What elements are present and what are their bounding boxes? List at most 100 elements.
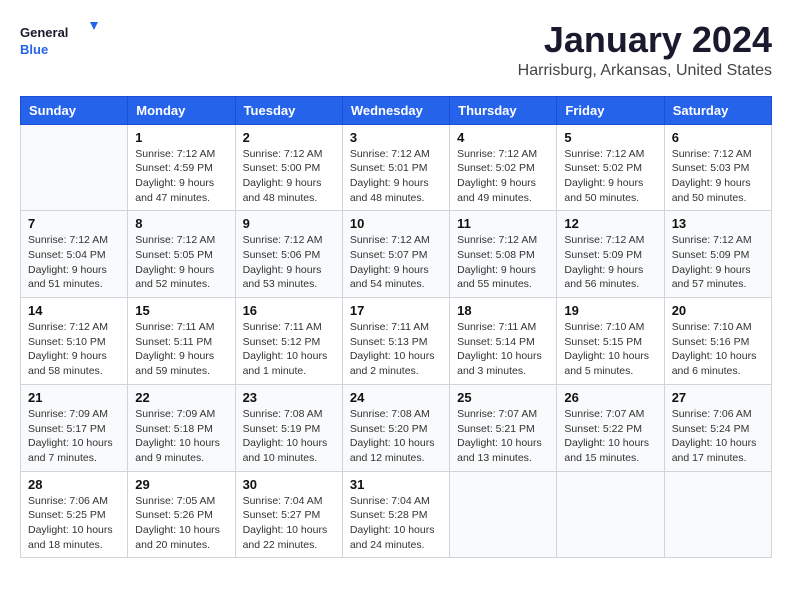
table-row: 6 Sunrise: 7:12 AMSunset: 5:03 PMDayligh…: [664, 124, 771, 211]
header-saturday: Saturday: [664, 96, 771, 124]
calendar-table: Sunday Monday Tuesday Wednesday Thursday…: [20, 96, 772, 559]
day-number: 2: [243, 130, 335, 145]
day-number: 3: [350, 130, 442, 145]
day-detail: Sunrise: 7:07 AMSunset: 5:21 PMDaylight:…: [457, 407, 549, 466]
day-number: 23: [243, 390, 335, 405]
day-number: 13: [672, 216, 764, 231]
header-friday: Friday: [557, 96, 664, 124]
day-number: 18: [457, 303, 549, 318]
day-number: 12: [564, 216, 656, 231]
table-row: 21 Sunrise: 7:09 AMSunset: 5:17 PMDaylig…: [21, 384, 128, 471]
header-sunday: Sunday: [21, 96, 128, 124]
table-row: 10 Sunrise: 7:12 AMSunset: 5:07 PMDaylig…: [342, 211, 449, 298]
header-wednesday: Wednesday: [342, 96, 449, 124]
day-number: 30: [243, 477, 335, 492]
day-detail: Sunrise: 7:12 AMSunset: 5:07 PMDaylight:…: [350, 233, 442, 292]
day-detail: Sunrise: 7:11 AMSunset: 5:11 PMDaylight:…: [135, 320, 227, 379]
table-row: 19 Sunrise: 7:10 AMSunset: 5:15 PMDaylig…: [557, 298, 664, 385]
day-detail: Sunrise: 7:11 AMSunset: 5:12 PMDaylight:…: [243, 320, 335, 379]
day-detail: Sunrise: 7:12 AMSunset: 5:02 PMDaylight:…: [564, 147, 656, 206]
table-row: 14 Sunrise: 7:12 AMSunset: 5:10 PMDaylig…: [21, 298, 128, 385]
day-number: 15: [135, 303, 227, 318]
page-header: General Blue January 2024 Harrisburg, Ar…: [20, 20, 772, 80]
table-row: 31 Sunrise: 7:04 AMSunset: 5:28 PMDaylig…: [342, 471, 449, 558]
calendar-week-row: 7 Sunrise: 7:12 AMSunset: 5:04 PMDayligh…: [21, 211, 772, 298]
day-detail: Sunrise: 7:09 AMSunset: 5:17 PMDaylight:…: [28, 407, 120, 466]
table-row: 15 Sunrise: 7:11 AMSunset: 5:11 PMDaylig…: [128, 298, 235, 385]
table-row: 22 Sunrise: 7:09 AMSunset: 5:18 PMDaylig…: [128, 384, 235, 471]
day-number: 21: [28, 390, 120, 405]
day-number: 17: [350, 303, 442, 318]
day-number: 11: [457, 216, 549, 231]
table-row: 16 Sunrise: 7:11 AMSunset: 5:12 PMDaylig…: [235, 298, 342, 385]
day-detail: Sunrise: 7:10 AMSunset: 5:15 PMDaylight:…: [564, 320, 656, 379]
header-tuesday: Tuesday: [235, 96, 342, 124]
day-detail: Sunrise: 7:12 AMSunset: 5:09 PMDaylight:…: [564, 233, 656, 292]
day-detail: Sunrise: 7:12 AMSunset: 5:05 PMDaylight:…: [135, 233, 227, 292]
table-row: 25 Sunrise: 7:07 AMSunset: 5:21 PMDaylig…: [450, 384, 557, 471]
table-row: 4 Sunrise: 7:12 AMSunset: 5:02 PMDayligh…: [450, 124, 557, 211]
table-row: 5 Sunrise: 7:12 AMSunset: 5:02 PMDayligh…: [557, 124, 664, 211]
calendar-header-row: Sunday Monday Tuesday Wednesday Thursday…: [21, 96, 772, 124]
table-row: 8 Sunrise: 7:12 AMSunset: 5:05 PMDayligh…: [128, 211, 235, 298]
day-number: 31: [350, 477, 442, 492]
day-detail: Sunrise: 7:12 AMSunset: 5:03 PMDaylight:…: [672, 147, 764, 206]
day-number: 24: [350, 390, 442, 405]
day-number: 8: [135, 216, 227, 231]
day-detail: Sunrise: 7:08 AMSunset: 5:20 PMDaylight:…: [350, 407, 442, 466]
table-row: 27 Sunrise: 7:06 AMSunset: 5:24 PMDaylig…: [664, 384, 771, 471]
day-number: 26: [564, 390, 656, 405]
table-row: 13 Sunrise: 7:12 AMSunset: 5:09 PMDaylig…: [664, 211, 771, 298]
table-row: 20 Sunrise: 7:10 AMSunset: 5:16 PMDaylig…: [664, 298, 771, 385]
title-area: January 2024 Harrisburg, Arkansas, Unite…: [518, 20, 772, 80]
month-title: January 2024: [518, 20, 772, 60]
day-number: 6: [672, 130, 764, 145]
location-subtitle: Harrisburg, Arkansas, United States: [518, 62, 772, 80]
calendar-week-row: 28 Sunrise: 7:06 AMSunset: 5:25 PMDaylig…: [21, 471, 772, 558]
day-detail: Sunrise: 7:04 AMSunset: 5:27 PMDaylight:…: [243, 494, 335, 553]
day-number: 20: [672, 303, 764, 318]
day-detail: Sunrise: 7:12 AMSunset: 5:04 PMDaylight:…: [28, 233, 120, 292]
day-number: 10: [350, 216, 442, 231]
day-detail: Sunrise: 7:11 AMSunset: 5:14 PMDaylight:…: [457, 320, 549, 379]
header-thursday: Thursday: [450, 96, 557, 124]
day-number: 28: [28, 477, 120, 492]
day-detail: Sunrise: 7:12 AMSunset: 5:08 PMDaylight:…: [457, 233, 549, 292]
table-row: 18 Sunrise: 7:11 AMSunset: 5:14 PMDaylig…: [450, 298, 557, 385]
day-detail: Sunrise: 7:04 AMSunset: 5:28 PMDaylight:…: [350, 494, 442, 553]
table-row: [557, 471, 664, 558]
table-row: [21, 124, 128, 211]
day-number: 5: [564, 130, 656, 145]
day-detail: Sunrise: 7:12 AMSunset: 5:01 PMDaylight:…: [350, 147, 442, 206]
day-detail: Sunrise: 7:12 AMSunset: 5:10 PMDaylight:…: [28, 320, 120, 379]
header-monday: Monday: [128, 96, 235, 124]
table-row: 12 Sunrise: 7:12 AMSunset: 5:09 PMDaylig…: [557, 211, 664, 298]
day-detail: Sunrise: 7:07 AMSunset: 5:22 PMDaylight:…: [564, 407, 656, 466]
day-number: 27: [672, 390, 764, 405]
logo: General Blue: [20, 20, 100, 60]
day-number: 4: [457, 130, 549, 145]
svg-text:General: General: [20, 25, 68, 40]
day-detail: Sunrise: 7:08 AMSunset: 5:19 PMDaylight:…: [243, 407, 335, 466]
day-number: 7: [28, 216, 120, 231]
day-detail: Sunrise: 7:12 AMSunset: 5:09 PMDaylight:…: [672, 233, 764, 292]
day-number: 22: [135, 390, 227, 405]
day-detail: Sunrise: 7:12 AMSunset: 5:00 PMDaylight:…: [243, 147, 335, 206]
table-row: 23 Sunrise: 7:08 AMSunset: 5:19 PMDaylig…: [235, 384, 342, 471]
day-number: 19: [564, 303, 656, 318]
table-row: 26 Sunrise: 7:07 AMSunset: 5:22 PMDaylig…: [557, 384, 664, 471]
table-row: 30 Sunrise: 7:04 AMSunset: 5:27 PMDaylig…: [235, 471, 342, 558]
day-number: 29: [135, 477, 227, 492]
table-row: 9 Sunrise: 7:12 AMSunset: 5:06 PMDayligh…: [235, 211, 342, 298]
day-detail: Sunrise: 7:05 AMSunset: 5:26 PMDaylight:…: [135, 494, 227, 553]
day-number: 25: [457, 390, 549, 405]
table-row: 17 Sunrise: 7:11 AMSunset: 5:13 PMDaylig…: [342, 298, 449, 385]
table-row: 28 Sunrise: 7:06 AMSunset: 5:25 PMDaylig…: [21, 471, 128, 558]
calendar-week-row: 1 Sunrise: 7:12 AMSunset: 4:59 PMDayligh…: [21, 124, 772, 211]
table-row: 7 Sunrise: 7:12 AMSunset: 5:04 PMDayligh…: [21, 211, 128, 298]
calendar-week-row: 21 Sunrise: 7:09 AMSunset: 5:17 PMDaylig…: [21, 384, 772, 471]
table-row: [664, 471, 771, 558]
day-detail: Sunrise: 7:06 AMSunset: 5:25 PMDaylight:…: [28, 494, 120, 553]
table-row: 1 Sunrise: 7:12 AMSunset: 4:59 PMDayligh…: [128, 124, 235, 211]
day-detail: Sunrise: 7:06 AMSunset: 5:24 PMDaylight:…: [672, 407, 764, 466]
